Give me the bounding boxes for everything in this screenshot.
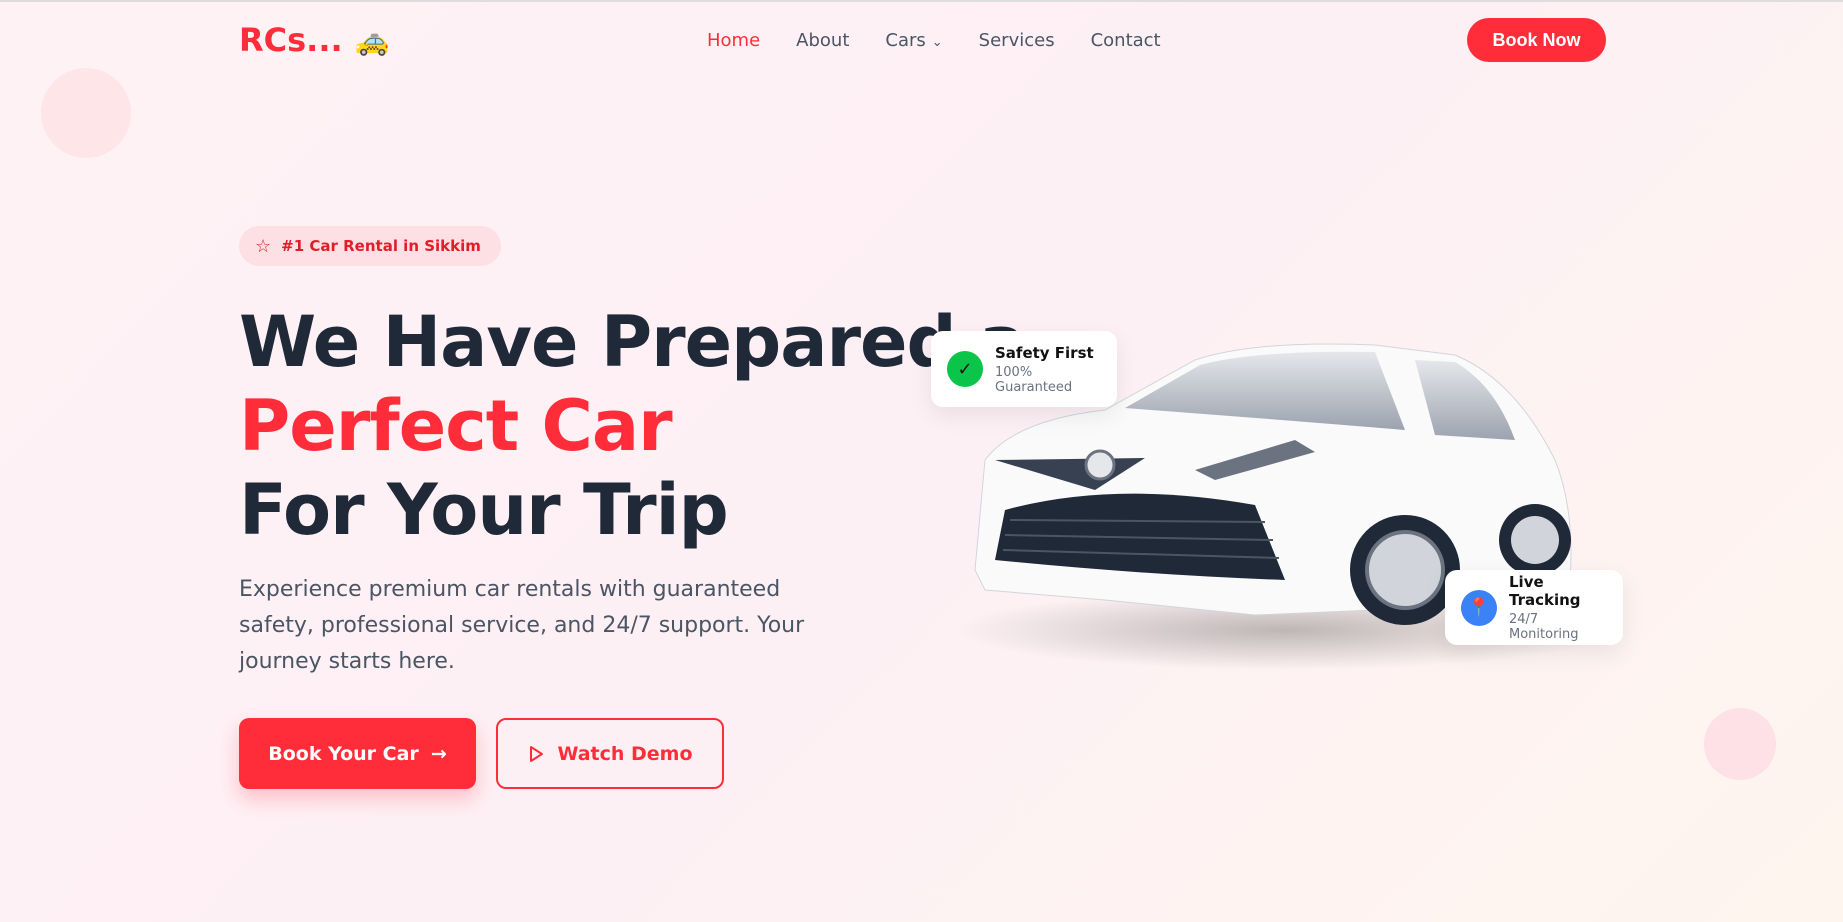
watch-demo-button[interactable]: Watch Demo	[496, 718, 724, 789]
star-icon: ☆	[255, 235, 272, 257]
chevron-down-icon: ⌄	[931, 34, 943, 50]
safety-title: Safety First	[995, 343, 1094, 362]
navbar: RCs... 🚕 Home About Cars ⌄ Services Conta…	[239, 18, 1606, 62]
nav-cars[interactable]: Cars ⌄	[885, 30, 942, 51]
decorative-circle	[1704, 708, 1776, 780]
title-line-1: We Have Prepared a	[239, 301, 1026, 383]
logo-text: RCs...	[239, 21, 343, 59]
tracking-subtitle: 24/7 Monitoring	[1509, 612, 1579, 642]
title-highlight: Perfect Car	[239, 385, 673, 467]
taxi-icon: 🚕	[354, 23, 390, 57]
title-line-3: For Your Trip	[239, 469, 729, 551]
nav-home[interactable]: Home	[707, 30, 760, 51]
window-border	[0, 0, 1843, 2]
pin-icon: 📍	[1461, 589, 1497, 626]
arrow-right-icon: →	[430, 742, 447, 765]
tracking-card: 📍 Live Tracking 24/7 Monitoring	[1445, 570, 1623, 645]
decorative-circle	[41, 68, 131, 158]
hero-badge: ☆ #1 Car Rental in Sikkim	[239, 226, 501, 266]
book-your-car-label: Book Your Car	[268, 742, 419, 765]
nav-cars-label: Cars	[885, 29, 926, 51]
safety-subtitle: 100% Guaranteed	[995, 364, 1073, 395]
tracking-title: Live Tracking	[1509, 573, 1581, 609]
nav-services[interactable]: Services	[979, 30, 1055, 51]
check-icon: ✓	[947, 351, 983, 387]
nav-about[interactable]: About	[796, 30, 849, 51]
book-now-button[interactable]: Book Now	[1467, 18, 1606, 62]
nav-contact[interactable]: Contact	[1091, 30, 1161, 51]
watch-demo-label: Watch Demo	[557, 742, 693, 765]
hero-title: We Have Prepared a Perfect Car For Your …	[239, 300, 1026, 552]
book-your-car-button[interactable]: Book Your Car →	[239, 718, 476, 789]
hero-description: Experience premium car rentals with guar…	[239, 577, 805, 674]
logo[interactable]: RCs... 🚕	[239, 21, 390, 59]
safety-card: ✓ Safety First 100% Guaranteed	[931, 331, 1117, 407]
nav-menu: Home About Cars ⌄ Services Contact	[707, 30, 1161, 51]
play-icon	[530, 745, 544, 762]
badge-text: #1 Car Rental in Sikkim	[281, 237, 481, 255]
